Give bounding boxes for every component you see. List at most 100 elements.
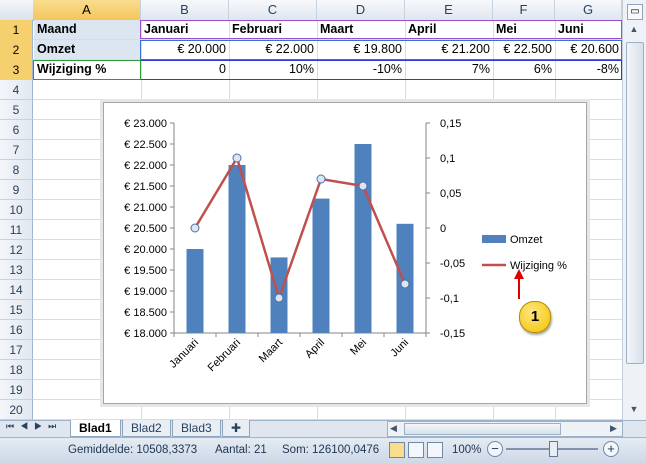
- horizontal-scrollbar[interactable]: ◀ ▶: [387, 421, 623, 437]
- row-header-7[interactable]: 7: [0, 140, 33, 160]
- row-header-16[interactable]: 16: [0, 320, 33, 340]
- column-header-c[interactable]: C: [229, 0, 317, 20]
- status-average: Gemiddelde: 10508,3373: [68, 444, 198, 456]
- row-header-11[interactable]: 11: [0, 220, 33, 240]
- right-tick-label: -0,15: [440, 328, 465, 340]
- cell-a2[interactable]: Omzet: [34, 40, 141, 59]
- tab-blad3[interactable]: Blad3: [172, 420, 221, 437]
- right-tick-label: 0: [440, 223, 446, 235]
- category-label: Mei: [348, 337, 369, 358]
- tab-blad2[interactable]: Blad2: [122, 420, 171, 437]
- page-layout-view-icon[interactable]: [408, 442, 424, 458]
- right-tick-label: 0,05: [440, 188, 461, 200]
- status-count: Aantal: 21: [215, 444, 267, 456]
- row-header-19[interactable]: 19: [0, 380, 33, 400]
- row-header-10[interactable]: 10: [0, 200, 33, 220]
- right-tick-label: -0,05: [440, 258, 465, 270]
- legend-swatch-omzet: [482, 235, 506, 243]
- left-tick-label: € 19.500: [124, 265, 167, 277]
- row-header-20[interactable]: 20: [0, 400, 33, 420]
- status-sum: Som: 126100,0476: [282, 444, 380, 456]
- sheet-nav-arrows-icon[interactable]: ⏮◀▶⏭: [6, 421, 62, 432]
- scroll-up-icon[interactable]: ▲: [627, 24, 641, 36]
- line-point-handle: [190, 223, 200, 233]
- column-header-d[interactable]: D: [317, 0, 405, 20]
- row-header-4[interactable]: 4: [0, 80, 33, 100]
- h-scroll-thumb[interactable]: [404, 423, 561, 435]
- grid-row-line: [33, 99, 623, 100]
- vertical-scrollbar[interactable]: ▭ ▲ ▼: [622, 0, 646, 420]
- left-tick-label: € 20.000: [124, 244, 167, 256]
- right-tick-label: 0,15: [440, 118, 461, 130]
- category-label: Juni: [388, 337, 411, 360]
- status-bar: Gemiddelde: 10508,3373 Aantal: 21 Som: 1…: [0, 437, 646, 464]
- line-wijziging: [193, 154, 407, 303]
- line-point-handle: [232, 153, 242, 163]
- zoom-out-icon[interactable]: −: [487, 441, 503, 457]
- right-tick-label: 0,1: [440, 153, 455, 165]
- column-header-g[interactable]: G: [555, 0, 622, 20]
- left-tick-label: € 19.000: [124, 286, 167, 298]
- chart-canvas: € 18.000 € 18.500 € 19.000 € 19.500 € 20.000…: [124, 118, 567, 374]
- bar-omzet: [354, 144, 372, 333]
- line-values-range-outline: [140, 60, 622, 80]
- scroll-left-icon[interactable]: ◀: [390, 423, 397, 434]
- left-tick-label: € 21.000: [124, 202, 167, 214]
- zoom-level[interactable]: 100%: [452, 444, 481, 456]
- left-tick-label: € 18.000: [124, 328, 167, 340]
- left-tick-label: € 23.000: [124, 118, 167, 130]
- combo-chart[interactable]: € 18.000 € 18.500 € 19.000 € 19.500 € 20.000…: [103, 102, 587, 404]
- bar-omzet: [228, 165, 246, 333]
- select-all-corner[interactable]: [0, 0, 34, 20]
- category-label: Februari: [206, 337, 243, 374]
- category-label: Januari: [167, 337, 201, 371]
- scroll-down-icon[interactable]: ▼: [627, 404, 641, 416]
- row-header-12[interactable]: 12: [0, 240, 33, 260]
- right-tick-label: -0,1: [440, 293, 459, 305]
- page-break-view-icon[interactable]: [427, 442, 443, 458]
- legend-label-omzet: Omzet: [510, 234, 542, 246]
- row-header-6[interactable]: 6: [0, 120, 33, 140]
- callout-badge: 1: [519, 301, 551, 333]
- row-header-17[interactable]: 17: [0, 340, 33, 360]
- values-range-outline: [140, 40, 622, 60]
- bar-omzet: [186, 249, 204, 333]
- row-header-3[interactable]: 3: [0, 60, 33, 80]
- row-header-13[interactable]: 13: [0, 260, 33, 280]
- column-header-f[interactable]: F: [493, 0, 555, 20]
- column-header-a[interactable]: A: [33, 0, 141, 20]
- tab-blad1[interactable]: Blad1: [70, 420, 121, 437]
- row-header-8[interactable]: 8: [0, 160, 33, 180]
- row-header-1[interactable]: 1: [0, 20, 33, 40]
- zoom-in-icon[interactable]: +: [603, 441, 619, 457]
- series-name-outline: [33, 60, 141, 80]
- category-range-outline: [140, 20, 622, 39]
- zoom-slider-thumb[interactable]: [549, 441, 558, 457]
- line-point-handle: [400, 279, 410, 289]
- insert-sheet-icon[interactable]: ✚: [222, 420, 250, 437]
- line-point-handle: [316, 174, 326, 184]
- row-header-15[interactable]: 15: [0, 300, 33, 320]
- row-header-5[interactable]: 5: [0, 100, 33, 120]
- row-header-9[interactable]: 9: [0, 180, 33, 200]
- category-label: April: [303, 337, 327, 361]
- left-tick-label: € 22.000: [124, 160, 167, 172]
- bar-omzet: [396, 223, 414, 333]
- row-header-2[interactable]: 2: [0, 40, 33, 60]
- column-header-b[interactable]: B: [141, 0, 229, 20]
- column-header-e[interactable]: E: [405, 0, 493, 20]
- row-header-18[interactable]: 18: [0, 360, 33, 380]
- left-tick-label: € 22.500: [124, 139, 167, 151]
- line-point-handle: [358, 181, 368, 191]
- row-header-14[interactable]: 14: [0, 280, 33, 300]
- line-point-handle: [274, 293, 284, 303]
- cell-a1[interactable]: Maand: [34, 20, 141, 39]
- left-tick-label: € 21.500: [124, 181, 167, 193]
- split-box-icon[interactable]: ▭: [627, 4, 643, 20]
- scroll-right-icon[interactable]: ▶: [610, 423, 617, 434]
- normal-view-icon[interactable]: [389, 442, 405, 458]
- bar-omzet: [312, 198, 330, 333]
- category-label: Maart: [257, 337, 285, 365]
- left-tick-label: € 18.500: [124, 307, 167, 319]
- scroll-thumb[interactable]: [626, 42, 644, 364]
